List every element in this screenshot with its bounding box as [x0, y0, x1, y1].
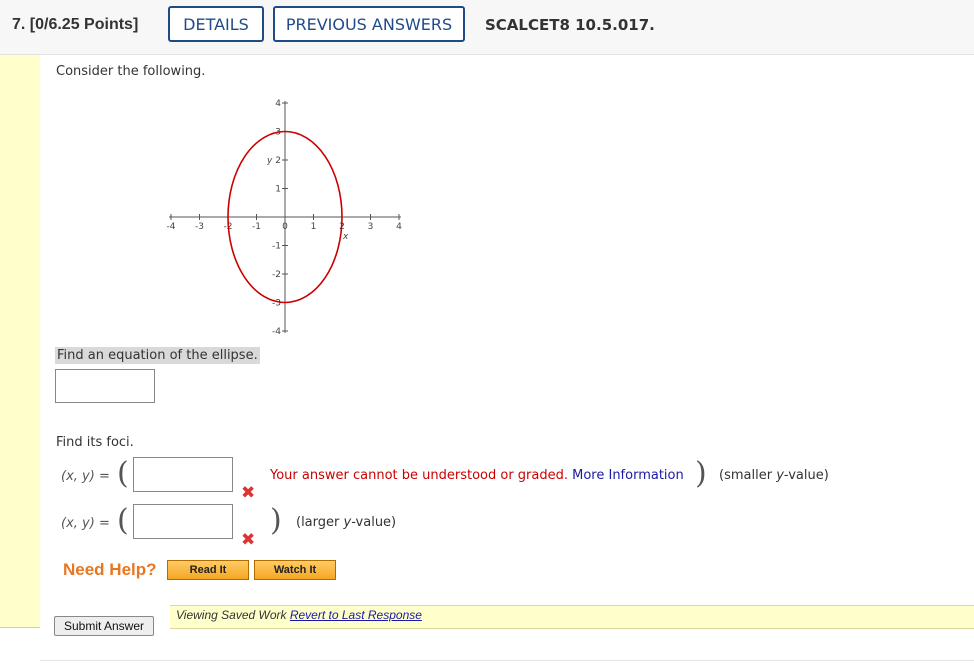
- graph-tick-labels: -4 -3 -2 -1 0 1 2 3 44321-1-2-3-4: [167, 99, 403, 337]
- saved-work-text: Viewing Saved Work Revert to Last Respon…: [176, 608, 422, 622]
- incorrect-x-icon: ✖: [241, 530, 256, 550]
- x-tick-label: 3: [368, 222, 374, 232]
- y-tick-label: 1: [275, 185, 281, 195]
- y-axis-label: y: [266, 156, 273, 166]
- x-tick-label: -3: [195, 222, 204, 232]
- prompt-text: Consider the following.: [56, 64, 206, 79]
- focus1-answer-input[interactable]: [133, 457, 233, 492]
- divider: [40, 660, 974, 661]
- x-tick-label: -1: [252, 222, 261, 232]
- focus2-xy: (x, y): [61, 516, 95, 531]
- focus1-hint-var: y: [776, 468, 784, 483]
- left-highlight-bar: [0, 55, 40, 627]
- previous-answers-button[interactable]: PREVIOUS ANSWERS: [273, 6, 465, 42]
- focus1-label: (x, y) =: [61, 469, 110, 484]
- x-tick-label: 0: [282, 222, 288, 232]
- find-foci-prompt: Find its foci.: [56, 435, 134, 450]
- error-message: Your answer cannot be understood or grad…: [270, 468, 684, 483]
- focus1-close-paren: ): [695, 456, 707, 491]
- focus1-open-paren: (: [117, 456, 129, 491]
- focus2-label: (x, y) =: [61, 516, 110, 531]
- y-tick-label: -4: [272, 327, 281, 337]
- question-number: 7. [0/6.25 Points]: [12, 16, 139, 33]
- need-help-label: Need Help?: [63, 560, 157, 579]
- x-axis-label: x: [342, 232, 349, 242]
- question-code: SCALCET8 10.5.017.: [485, 16, 655, 34]
- revert-link[interactable]: Revert to Last Response: [290, 608, 422, 622]
- saved-work-label: Viewing Saved Work: [176, 608, 290, 622]
- ellipse-graph: -4 -3 -2 -1 0 1 2 3 44321-1-2-3-4 y x: [167, 99, 403, 337]
- question-header: 7. [0/6.25 Points] DETAILS PREVIOUS ANSW…: [0, 0, 974, 55]
- focus2-answer-input[interactable]: [133, 504, 233, 539]
- equation-answer-input[interactable]: [55, 369, 155, 403]
- focus2-equals: =: [98, 516, 110, 531]
- find-equation-prompt: Find an equation of the ellipse.: [55, 347, 260, 364]
- graph-axes: [169, 101, 401, 333]
- focus2-open-paren: (: [117, 503, 129, 538]
- focus2-hint: (larger y-value): [296, 515, 396, 530]
- more-information-link[interactable]: More Information: [572, 468, 684, 483]
- focus2-hint-post: -value): [351, 515, 397, 530]
- focus1-hint: (smaller y-value): [719, 468, 829, 483]
- divider: [0, 627, 40, 628]
- x-tick-label: -4: [167, 222, 176, 232]
- focus2-close-paren: ): [270, 503, 282, 538]
- focus1-equals: =: [98, 469, 110, 484]
- x-tick-label: 1: [311, 222, 317, 232]
- read-it-button[interactable]: Read It: [167, 560, 249, 580]
- incorrect-x-icon: ✖: [241, 483, 256, 503]
- y-tick-label: -2: [272, 270, 281, 280]
- y-tick-label: 4: [275, 99, 281, 109]
- focus1-hint-post: -value): [783, 468, 829, 483]
- details-button[interactable]: DETAILS: [168, 6, 264, 42]
- focus1-hint-pre: (smaller: [719, 468, 777, 483]
- focus2-hint-pre: (larger: [296, 515, 344, 530]
- submit-answer-button[interactable]: Submit Answer: [54, 616, 154, 636]
- error-text: Your answer cannot be understood or grad…: [270, 468, 573, 483]
- x-tick-label: 4: [396, 222, 402, 232]
- watch-it-button[interactable]: Watch It: [254, 560, 336, 580]
- y-tick-label: -1: [272, 242, 281, 252]
- y-tick-label: 2: [275, 156, 281, 166]
- focus1-xy: (x, y): [61, 469, 95, 484]
